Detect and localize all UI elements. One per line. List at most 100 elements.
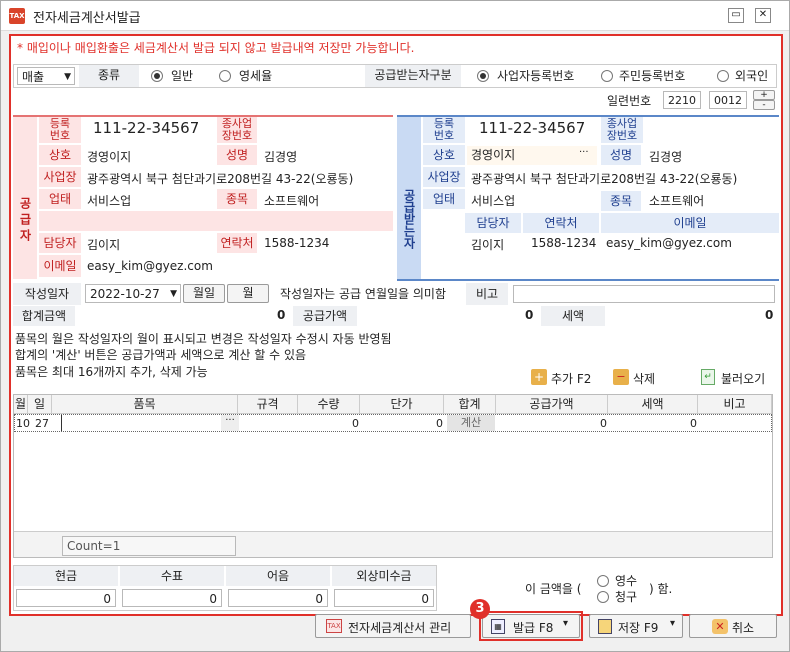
grid-header-tax: 세액 xyxy=(608,395,698,414)
title-bar: TAX 전자세금계산서발급 ▭ ✕ xyxy=(1,1,789,31)
claim-radio[interactable] xyxy=(597,591,609,603)
recv-biz-label: 사업자등록번호 xyxy=(497,69,575,83)
grid-header-memo: 비고 xyxy=(698,395,772,414)
maximize-button[interactable]: ▭ xyxy=(728,8,744,23)
receiver-tel[interactable]: 1588-1234 xyxy=(531,236,597,250)
receiver-name-lookup-icon[interactable]: ··· xyxy=(579,147,589,158)
item-lookup-icon[interactable]: ··· xyxy=(221,415,239,431)
supplier-name[interactable]: 경영이지 xyxy=(87,148,132,165)
recv-resident-label: 주민등록번호 xyxy=(619,69,686,83)
month-day-button[interactable]: 월일 xyxy=(183,284,225,303)
cancel-button[interactable]: ✕ 취소 xyxy=(689,614,777,638)
cash-field[interactable]: 0 xyxy=(16,589,116,607)
supplier-mgr[interactable]: 김이지 xyxy=(87,236,121,253)
receiver-biz-type[interactable]: 서비스업 xyxy=(471,192,516,209)
grid-header-item: 품목 xyxy=(52,395,238,414)
receiver-ceo-label: 성명 xyxy=(601,145,641,165)
receiver-sub-label: 종사업 장번호 xyxy=(601,117,643,143)
receiver-addr[interactable]: 광주광역시 북구 첨단과기로208번길 43-22(오룡동) xyxy=(471,170,738,187)
kind-zero-label: 영세율 xyxy=(239,69,273,83)
memo-label: 비고 xyxy=(466,283,508,305)
receiver-ceo[interactable]: 김경영 xyxy=(649,148,683,165)
supplier-empty-row xyxy=(39,211,393,231)
chart-doc-icon: ▦ xyxy=(491,619,505,634)
receiver-tel-header: 연락처 xyxy=(523,213,599,233)
supplier-tel[interactable]: 1588-1234 xyxy=(264,236,330,250)
tax-invoice-manage-button[interactable]: TAX 전자세금계산서 관리 xyxy=(315,614,471,638)
supplier-sub-label: 종사업 장번호 xyxy=(217,117,257,143)
check-label: 수표 xyxy=(120,566,224,586)
serial-year-field[interactable]: 2210 xyxy=(663,91,701,109)
import-icon: ↵ xyxy=(701,369,715,385)
issue-button[interactable]: ▦ 발급 F8 ▾ xyxy=(482,614,580,638)
claim-label: 청구 xyxy=(615,590,638,604)
window-title: 전자세금계산서발급 xyxy=(33,11,141,26)
save-button[interactable]: 저장 F9 ▾ xyxy=(589,614,683,638)
credit-label: 외상미수금 xyxy=(332,566,436,586)
serial-minus-button[interactable]: - xyxy=(753,100,775,110)
supplier-item[interactable]: 소프트웨어 xyxy=(264,192,320,209)
supplier-side-label: 공급자 xyxy=(13,117,37,279)
receiver-mgr[interactable]: 김이지 xyxy=(471,236,505,253)
note-field[interactable]: 0 xyxy=(228,589,328,607)
receiver-item-label: 종목 xyxy=(601,191,641,211)
table-row[interactable]: 10 27 ··· 0 0 계산 0 0 xyxy=(14,414,772,432)
window: TAX 전자세금계산서발급 ▭ ✕ * 매입이나 매입환출은 세금계산서 발급 … xyxy=(0,0,790,652)
recv-biz-radio[interactable] xyxy=(477,70,489,82)
date-field[interactable]: 2022-10-27 ▼ xyxy=(85,284,181,303)
supplier-addr-label: 사업장 xyxy=(39,167,81,187)
grid-footer: Count=1 xyxy=(14,531,772,557)
supplier-email[interactable]: easy_kim@gyez.com xyxy=(87,259,213,273)
close-button[interactable]: ✕ xyxy=(755,8,771,23)
row-tax[interactable]: 0 xyxy=(690,417,697,430)
row-price[interactable]: 0 xyxy=(436,417,443,430)
grid-header-price: 단가 xyxy=(360,395,444,414)
row-supply[interactable]: 0 xyxy=(600,417,607,430)
save-dropdown-arrow[interactable]: ▾ xyxy=(670,618,675,629)
supplier-biz-type[interactable]: 서비스업 xyxy=(87,192,132,209)
kind-label: 종류 xyxy=(79,65,139,87)
sale-type-select[interactable]: 매출 ▼ xyxy=(17,67,75,85)
receipt-radio[interactable] xyxy=(597,575,609,587)
receiver-email[interactable]: easy_kim@gyez.com xyxy=(606,236,732,250)
receiver-reg-number[interactable]: 111-22-34567 xyxy=(479,119,586,137)
supplier-addr[interactable]: 광주광역시 북구 첨단과기로208번길 43-22(오룡동) xyxy=(87,170,354,187)
receiver-side-label: 공급받는자 xyxy=(397,117,421,279)
month-button[interactable]: 월 xyxy=(227,284,269,303)
credit-field[interactable]: 0 xyxy=(334,589,434,607)
kind-zero-radio[interactable] xyxy=(219,70,231,82)
recv-foreign-label: 외국인 xyxy=(735,69,769,83)
info-line-3: 품목은 최대 16개까지 추가, 삭제 가능 xyxy=(15,365,208,379)
serial-number-field[interactable]: 0012 xyxy=(709,91,747,109)
load-button[interactable]: ↵ 불러오기 xyxy=(701,369,773,387)
issue-dropdown-arrow[interactable]: ▾ xyxy=(563,618,568,629)
delete-icon: − xyxy=(613,369,629,385)
add-icon: + xyxy=(531,369,547,385)
serial-plus-button[interactable]: + xyxy=(753,90,775,100)
receiver-item[interactable]: 소프트웨어 xyxy=(649,192,705,209)
recv-resident-radio[interactable] xyxy=(601,70,613,82)
supplier-email-label: 이메일 xyxy=(39,255,81,277)
kind-normal-radio[interactable] xyxy=(151,70,163,82)
calc-button[interactable]: 계산 xyxy=(447,415,495,431)
check-field[interactable]: 0 xyxy=(122,589,222,607)
row-count: Count=1 xyxy=(62,536,236,556)
step-badge: 3 xyxy=(470,599,490,619)
supplier-name-label: 상호 xyxy=(39,145,81,165)
recv-foreign-radio[interactable] xyxy=(717,70,729,82)
supply-label: 공급가액 xyxy=(293,306,357,326)
cash-label: 현금 xyxy=(14,566,118,586)
grid-header-spec: 규격 xyxy=(238,395,298,414)
row-qty[interactable]: 0 xyxy=(352,417,359,430)
receipt-label: 영수 xyxy=(615,574,638,588)
receiver-name-label: 상호 xyxy=(423,145,465,165)
memo-field[interactable] xyxy=(513,285,775,303)
receiver-name-field[interactable]: 경영이지 xyxy=(467,146,597,165)
supplier-reg-number[interactable]: 111-22-34567 xyxy=(93,119,200,137)
save-icon xyxy=(598,619,612,634)
tax-label: 세액 xyxy=(541,306,605,326)
add-item-button[interactable]: + 추가 F2 xyxy=(531,369,611,387)
receiver-mgr-header: 담당자 xyxy=(465,213,521,233)
supplier-ceo[interactable]: 김경영 xyxy=(264,148,298,165)
delete-item-button[interactable]: − 삭제 xyxy=(613,369,663,387)
